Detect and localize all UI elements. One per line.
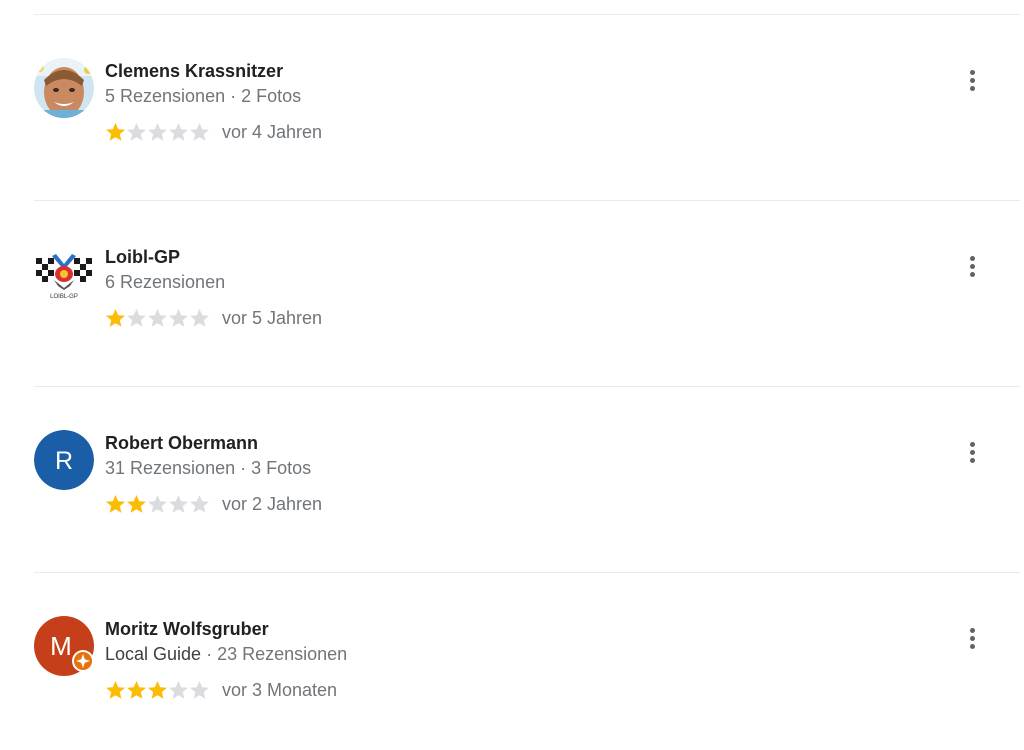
review-date: vor 5 Jahren (222, 308, 323, 328)
star-filled-icon (106, 309, 125, 327)
divider (34, 14, 1020, 15)
star-empty-icon (169, 681, 188, 699)
avatar[interactable] (34, 58, 94, 118)
local-guide-badge-icon (72, 650, 94, 672)
reviewer-meta-text: · 23 Rezensionen (201, 644, 348, 664)
reviewer-meta: Local Guide · 23 Rezensionen (105, 643, 347, 665)
reviewer-meta: 5 Rezensionen · 2 Fotos (105, 86, 302, 106)
divider (34, 572, 1020, 573)
avatar-logo: LOIBL-GP (34, 244, 94, 304)
rating-row: vor 3 Monaten (105, 679, 337, 701)
star-empty-icon (127, 123, 146, 141)
avatar-letter: R (34, 430, 94, 490)
star-rating (105, 680, 210, 700)
rating-row: vor 2 Jahren (105, 493, 322, 515)
star-filled-icon (127, 681, 146, 699)
star-empty-icon (190, 495, 209, 513)
review-item: M Moritz Wolfsgruber Local Guide · 23 Re… (34, 616, 1020, 716)
avatar[interactable]: LOIBL-GP (34, 244, 94, 304)
more-options-icon[interactable] (960, 68, 984, 94)
avatar[interactable]: M (34, 616, 94, 676)
star-empty-icon (148, 123, 167, 141)
avatar-letter-text: M (50, 631, 72, 661)
star-filled-icon (148, 681, 167, 699)
star-filled-icon (106, 495, 125, 513)
star-filled-icon (106, 681, 125, 699)
star-rating (105, 494, 210, 514)
avatar[interactable]: R (34, 430, 94, 490)
star-empty-icon (190, 123, 209, 141)
star-empty-icon (190, 681, 209, 699)
reviews-list: Clemens Krassnitzer 5 Rezensionen · 2 Fo… (34, 0, 1020, 750)
review-item: R Robert Obermann 31 Rezensionen · 3 Fot… (34, 430, 1020, 530)
star-empty-icon (190, 309, 209, 327)
more-options-icon[interactable] (960, 440, 984, 466)
star-rating (105, 308, 210, 328)
review-item: Clemens Krassnitzer 5 Rezensionen · 2 Fo… (34, 58, 1020, 158)
star-empty-icon (169, 309, 188, 327)
divider (34, 200, 1020, 201)
review-date: vor 2 Jahren (222, 494, 323, 514)
review-item: LOIBL-GP Loibl-GP 6 Rezensionen vor 5 Ja… (34, 244, 1020, 344)
star-empty-icon (169, 495, 188, 513)
rating-row: vor 4 Jahren (105, 121, 322, 143)
review-date: vor 3 Monaten (222, 680, 338, 700)
reviewer-name[interactable]: Robert Obermann (105, 432, 258, 454)
star-empty-icon (148, 309, 167, 327)
review-date: vor 4 Jahren (222, 122, 323, 142)
divider (34, 386, 1020, 387)
avatar-photo (34, 58, 94, 118)
star-empty-icon (169, 123, 188, 141)
star-filled-icon (127, 495, 146, 513)
avatar-letter: M (34, 616, 94, 676)
reviewer-name[interactable]: Loibl-GP (105, 246, 180, 268)
reviewer-meta: 6 Rezensionen (105, 272, 226, 292)
star-empty-icon (148, 495, 167, 513)
star-empty-icon (127, 309, 146, 327)
more-options-icon[interactable] (960, 254, 984, 280)
reviewer-name[interactable]: Clemens Krassnitzer (105, 60, 283, 82)
rating-row: vor 5 Jahren (105, 307, 322, 329)
star-rating (105, 122, 210, 142)
reviewer-name[interactable]: Moritz Wolfsgruber (105, 618, 269, 640)
more-options-icon[interactable] (960, 626, 984, 652)
avatar-letter-text: R (55, 447, 73, 475)
local-guide-label: Local Guide (105, 644, 202, 664)
reviewer-meta: 31 Rezensionen · 3 Fotos (105, 458, 312, 478)
avatar-logo-text: LOIBL-GP (50, 294, 78, 300)
star-filled-icon (106, 123, 125, 141)
